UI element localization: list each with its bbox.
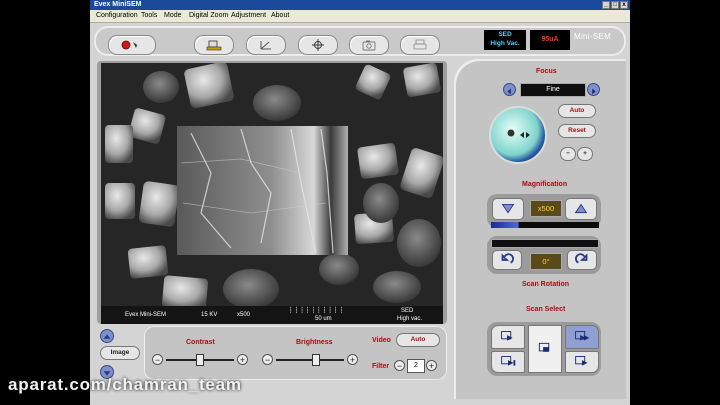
rotate-ccw-button[interactable] (492, 250, 522, 270)
focus-knob-icon (507, 129, 530, 138)
rotation-value: 0° (530, 253, 562, 270)
contrast-slider[interactable]: − + (152, 354, 248, 366)
brightness-track (276, 359, 344, 361)
up-arrow-icon (103, 334, 111, 339)
brightness-label: Brightness (296, 339, 333, 346)
magnification-title: Magnification (522, 181, 568, 188)
menu-tools[interactable]: Tools (141, 10, 157, 22)
down-triangle-icon (501, 204, 515, 214)
filter-plus-button[interactable]: + (426, 360, 437, 371)
scroll-up-button[interactable] (100, 329, 114, 343)
filter-minus-button[interactable]: − (394, 360, 405, 371)
watermark: aparat.com/chamran_team (8, 375, 242, 394)
scan-mode-3-icon (575, 331, 590, 341)
right-arrow-icon (592, 88, 596, 95)
scan-center-icon (538, 342, 550, 352)
stage-button[interactable] (194, 35, 234, 55)
detector-status: SED High Vac. (484, 30, 526, 50)
info-detector: SED (401, 308, 414, 314)
sem-micrograph (101, 63, 443, 311)
maximize-button[interactable]: □ (611, 1, 619, 9)
info-label: Evex Mini-SEM (125, 312, 167, 318)
brightness-plus-button[interactable]: + (347, 354, 358, 365)
window-title: Evex MiniSEM (94, 1, 142, 8)
focus-plus-button[interactable]: + (577, 147, 593, 161)
mag-level-bar (491, 222, 599, 228)
rotate-cw-button[interactable] (567, 250, 597, 270)
brand-label: Mini-SEM (574, 32, 612, 41)
stage-icon (206, 40, 222, 51)
rotate-ccw-icon (501, 253, 514, 264)
focus-title: Focus (536, 68, 557, 75)
contrast-minus-button[interactable]: − (152, 354, 163, 365)
scan-mode-2-icon (501, 356, 516, 366)
mag-decrease-button[interactable] (492, 198, 524, 220)
power-icon (121, 40, 140, 50)
focus-right-button[interactable] (587, 83, 600, 96)
menu-adjustment[interactable]: Adjustment (231, 10, 266, 22)
focus-mode[interactable]: Fine (520, 83, 586, 97)
zoom-inset (177, 126, 348, 255)
scale-ticks: ┆┆┆┆┆┆┆┆┆┆ (289, 308, 346, 314)
left-arrow-icon (507, 88, 511, 95)
filter-value[interactable]: 2 (407, 359, 425, 373)
scan-mode-3-button[interactable] (565, 325, 599, 349)
print-icon (413, 39, 427, 50)
crosshair-button[interactable] (298, 35, 338, 55)
filter-label: Filter (372, 363, 390, 370)
close-button[interactable]: x (620, 1, 628, 9)
up-triangle-icon (574, 203, 588, 214)
brightness-slider[interactable]: − + (262, 354, 358, 366)
title-bar: Evex MiniSEM _ □ x (90, 0, 630, 10)
info-vacuum: High vac. (397, 316, 423, 322)
menu-configuration[interactable]: Configuration (96, 10, 138, 22)
measure-button[interactable] (246, 35, 286, 55)
contrast-thumb[interactable] (196, 354, 204, 366)
info-kv: 15 KV (201, 312, 218, 318)
scan-rotation-title: Scan Rotation (522, 281, 570, 288)
info-scale: 50 um (315, 316, 332, 322)
menu-digital-zoom[interactable]: Digital Zoom (189, 10, 228, 22)
image-button[interactable]: Image (100, 346, 140, 360)
print-button[interactable] (400, 35, 440, 55)
camera-icon (362, 40, 376, 51)
image-info-bar: Evex Mini-SEM 15 KV x500 ┆┆┆┆┆┆┆┆┆┆ 50 u… (101, 306, 443, 324)
current-status: 95uA (530, 30, 570, 50)
minisem-window: Evex MiniSEM _ □ x Configuration Tools M… (90, 0, 630, 405)
camera-button[interactable] (349, 35, 389, 55)
brightness-minus-button[interactable]: − (262, 354, 273, 365)
brightness-thumb[interactable] (312, 354, 320, 366)
scan-mode-center-button[interactable] (528, 325, 562, 373)
menu-bar: Configuration Tools Mode Digital Zoom Ad… (90, 10, 630, 23)
focus-knob[interactable] (489, 106, 547, 164)
scan-mode-4-button[interactable] (565, 351, 599, 373)
scan-mode-4-icon (575, 356, 588, 366)
scan-mode-1-button[interactable] (491, 325, 525, 349)
video-auto-button[interactable]: Auto (396, 333, 440, 347)
scan-select-title: Scan Select (526, 306, 566, 313)
contrast-label: Contrast (186, 339, 215, 346)
video-label: Video (372, 337, 391, 344)
power-scan-button[interactable] (108, 35, 156, 55)
focus-minus-button[interactable]: − (560, 147, 576, 161)
sem-image-viewport[interactable]: Evex Mini-SEM 15 KV x500 ┆┆┆┆┆┆┆┆┆┆ 50 u… (101, 63, 443, 324)
scan-mode-1-icon (501, 331, 513, 341)
contrast-plus-button[interactable]: + (237, 354, 248, 365)
focus-auto-button[interactable]: Auto (558, 104, 596, 118)
measure-icon (260, 41, 271, 50)
crosshair-icon (312, 39, 324, 51)
focus-reset-button[interactable]: Reset (558, 124, 596, 138)
minimize-button[interactable]: _ (602, 1, 610, 9)
info-mag: x500 (237, 312, 251, 318)
rotate-cw-icon (575, 253, 588, 264)
mag-value: x500 (530, 200, 562, 217)
detector-label: SED (498, 31, 512, 38)
menu-mode[interactable]: Mode (164, 10, 182, 22)
focus-left-button[interactable] (503, 83, 516, 96)
rotation-bar (491, 239, 599, 248)
menu-about[interactable]: About (271, 10, 289, 22)
mag-increase-button[interactable] (565, 198, 597, 220)
vacuum-label: High Vac. (490, 40, 520, 47)
scan-mode-2-button[interactable] (491, 351, 525, 373)
